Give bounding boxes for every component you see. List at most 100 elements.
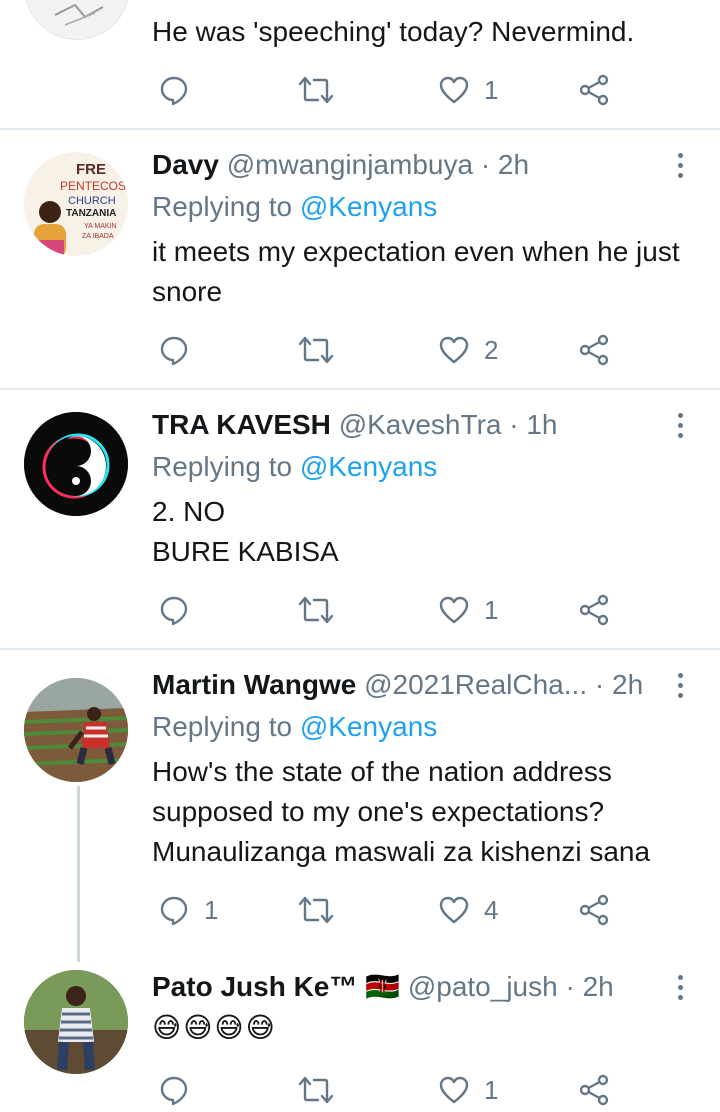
tweet-header: Pato Jush Ke™ 🇰🇪 @pato_jush · 2h <box>152 970 614 1004</box>
replying-label: Replying to <box>152 191 293 222</box>
replying-label: Replying to <box>152 711 293 742</box>
tweet-text: 😅😅😅😅 <box>152 1012 277 1043</box>
avatar[interactable] <box>24 970 128 1074</box>
share-icon <box>579 74 609 106</box>
retweet-button[interactable] <box>298 328 334 372</box>
avatar[interactable] <box>24 678 128 782</box>
like-button[interactable]: 4 <box>438 888 498 932</box>
more-icon <box>677 152 683 158</box>
tweet-text: 2. NO BURE KABISA <box>152 492 692 572</box>
reply-button[interactable] <box>158 588 204 632</box>
like-count: 1 <box>484 594 499 625</box>
reply-icon <box>160 76 188 106</box>
more-button[interactable] <box>668 148 692 182</box>
avatar-text: PENTECOS <box>60 179 126 193</box>
replying-to: Replying to @Kenyans <box>152 190 437 224</box>
share-icon <box>579 334 609 366</box>
avatar[interactable] <box>24 0 130 40</box>
tweet-actions: 1 <box>150 1068 630 1112</box>
tweet[interactable]: He was 'speeching' today? Nevermind. 1 <box>0 0 720 128</box>
share-button[interactable] <box>578 888 610 932</box>
timestamp[interactable]: · 2h <box>565 971 613 1002</box>
tweet-text-line: BURE KABISA <box>152 536 339 567</box>
replying-to: Replying to @Kenyans <box>152 710 437 744</box>
share-button[interactable] <box>578 68 610 112</box>
avatar[interactable] <box>24 412 128 516</box>
tweet-header: TRA KAVESH @KaveshTra · 1h <box>152 408 558 442</box>
user-handle[interactable]: @pato_jush <box>408 971 558 1002</box>
avatar[interactable]: FRE PENTECOS CHURCH TANZANIA YA MAKIN ZA… <box>24 152 128 256</box>
like-button[interactable]: 1 <box>438 68 498 112</box>
display-name[interactable]: Davy <box>152 149 219 180</box>
tweet-text: He was 'speeching' today? Nevermind. <box>152 16 635 47</box>
user-handle[interactable]: @2021RealCha... <box>364 669 587 700</box>
tweet[interactable]: Pato Jush Ke™ 🇰🇪 @pato_jush · 2h 😅😅😅😅 1 <box>0 950 720 1112</box>
reply-count: 1 <box>204 894 219 925</box>
like-button[interactable]: 2 <box>438 328 498 372</box>
retweet-button[interactable] <box>298 68 334 112</box>
display-name[interactable]: TRA KAVESH <box>152 409 331 440</box>
like-button[interactable]: 1 <box>438 1068 498 1112</box>
like-count: 4 <box>484 894 499 925</box>
replying-handle[interactable]: @Kenyans <box>300 191 437 222</box>
reply-button[interactable] <box>158 328 204 372</box>
more-icon <box>677 672 683 678</box>
share-button[interactable] <box>578 1068 610 1112</box>
tweet-header: Davy @mwanginjambuya · 2h <box>152 148 529 182</box>
tweet[interactable]: FRE PENTECOS CHURCH TANZANIA YA MAKIN ZA… <box>0 130 720 388</box>
like-icon <box>439 336 469 364</box>
replying-handle[interactable]: @Kenyans <box>300 451 437 482</box>
avatar-text: FRE <box>76 161 106 178</box>
user-handle[interactable]: @mwanginjambuya <box>227 149 473 180</box>
timestamp[interactable]: · 2h <box>595 669 643 700</box>
retweet-icon <box>298 336 334 364</box>
avatar-text: TANZANIA <box>66 208 116 219</box>
share-button[interactable] <box>578 588 610 632</box>
more-button[interactable] <box>668 970 692 1004</box>
share-icon <box>579 1074 609 1106</box>
reply-icon <box>160 1076 188 1106</box>
tweet-actions: 2 <box>150 328 630 372</box>
like-icon <box>439 76 469 104</box>
more-icon <box>677 974 683 980</box>
like-icon <box>439 896 469 924</box>
like-icon <box>439 596 469 624</box>
retweet-icon <box>298 1076 334 1104</box>
replying-handle[interactable]: @Kenyans <box>300 711 437 742</box>
avatar-text: ZA IBADA <box>82 233 114 240</box>
like-icon <box>439 1076 469 1104</box>
share-icon <box>579 594 609 626</box>
display-name[interactable]: Pato Jush Ke™ <box>152 971 357 1002</box>
replying-to: Replying to @Kenyans <box>152 450 437 484</box>
user-handle[interactable]: @KaveshTra <box>339 409 502 440</box>
tweet[interactable]: TRA KAVESH @KaveshTra · 1h Replying to @… <box>0 390 720 648</box>
avatar-text: YA MAKIN <box>84 223 117 230</box>
like-count: 1 <box>484 74 499 105</box>
more-icon <box>677 412 683 418</box>
like-count: 1 <box>484 1074 499 1105</box>
more-button[interactable] <box>668 408 692 442</box>
reply-button[interactable] <box>158 1068 204 1112</box>
like-button[interactable]: 1 <box>438 588 498 632</box>
share-button[interactable] <box>578 328 610 372</box>
tweet-actions: 1 <box>150 68 630 112</box>
reply-button[interactable]: 1 <box>158 888 218 932</box>
retweet-button[interactable] <box>298 888 334 932</box>
more-button[interactable] <box>668 668 692 702</box>
retweet-button[interactable] <box>298 1068 334 1112</box>
replying-label: Replying to <box>152 451 293 482</box>
retweet-button[interactable] <box>298 588 334 632</box>
tweet-text: How's the state of the nation address su… <box>152 756 651 867</box>
timestamp[interactable]: · 2h <box>481 149 529 180</box>
kenya-flag-icon: 🇰🇪 <box>365 971 401 1002</box>
retweet-icon <box>298 596 334 624</box>
tweet-header: Martin Wangwe @2021RealCha... · 2h <box>152 668 643 702</box>
tweet[interactable]: Martin Wangwe @2021RealCha... · 2h Reply… <box>0 650 720 950</box>
tweet-actions: 1 4 <box>150 888 630 932</box>
tweet-text: it meets my expectation even when he jus… <box>152 236 680 307</box>
like-count: 2 <box>484 334 499 365</box>
timestamp[interactable]: · 1h <box>509 409 557 440</box>
reply-button[interactable] <box>158 68 204 112</box>
tweet-actions: 1 <box>150 588 630 632</box>
display-name[interactable]: Martin Wangwe <box>152 669 356 700</box>
